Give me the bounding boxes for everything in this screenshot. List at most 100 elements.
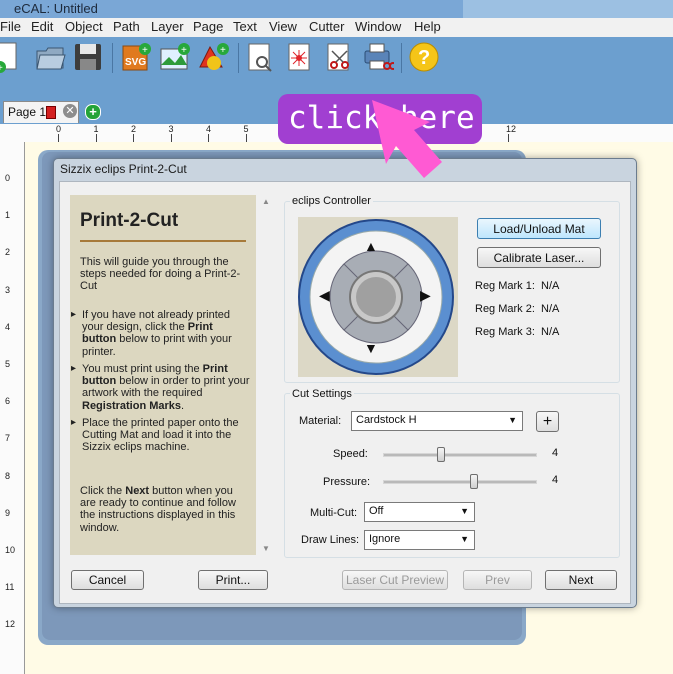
guide-step-2: You must print using the Print button be… xyxy=(82,363,250,412)
pressure-slider-track[interactable] xyxy=(383,480,537,484)
pressure-slider-thumb[interactable] xyxy=(470,474,478,489)
load-unload-mat-button[interactable]: Load/Unload Mat xyxy=(477,218,601,239)
toolbar-separator xyxy=(112,43,113,73)
material-label: Material: xyxy=(299,415,342,427)
ruler-label-h: 12 xyxy=(506,124,517,134)
cancel-button[interactable]: Cancel xyxy=(71,570,144,590)
menu-window[interactable]: Window xyxy=(355,19,401,34)
draw-lines-label: Draw Lines: xyxy=(301,534,360,546)
close-tab-icon[interactable]: ✕ xyxy=(63,104,77,118)
help-glyph: ? xyxy=(418,47,430,69)
ruler-label-v: 6 xyxy=(5,396,11,407)
import-image-icon[interactable]: + xyxy=(159,41,191,73)
save-disk-icon[interactable] xyxy=(72,41,104,73)
material-select[interactable]: Cardstock H ▼ xyxy=(351,411,523,431)
laser-icon[interactable] xyxy=(284,41,316,73)
add-material-button[interactable]: + xyxy=(536,411,559,432)
reg-mark-3-label: Reg Mark 3: xyxy=(475,326,535,338)
menu-text[interactable]: Text xyxy=(233,19,257,34)
print-button[interactable]: Print... xyxy=(198,570,268,590)
menu-edit[interactable]: Edit xyxy=(31,19,53,34)
speed-label: Speed: xyxy=(333,448,368,460)
background-browser-tabs xyxy=(463,0,673,18)
svg-text:+: + xyxy=(220,45,226,56)
menu-path[interactable]: Path xyxy=(113,19,140,34)
bullet-icon: ▸ xyxy=(71,309,77,320)
import-svg-icon[interactable]: SVG + xyxy=(120,41,152,73)
ruler-label-v: 7 xyxy=(5,433,11,444)
controller-center-button[interactable] xyxy=(365,283,391,309)
calibrate-laser-button[interactable]: Calibrate Laser... xyxy=(477,247,601,268)
pointer-arrow-icon xyxy=(372,100,442,178)
ruler-tick xyxy=(95,134,97,142)
ruler-label-v: 8 xyxy=(5,470,11,481)
bullet-icon: ▸ xyxy=(71,417,77,428)
ruler-tick xyxy=(508,134,509,142)
pressure-value: 4 xyxy=(552,474,559,486)
guide-scrollbar[interactable]: ▲ ▼ xyxy=(258,195,274,555)
menu-help[interactable]: Help xyxy=(414,19,441,34)
pressure-label: Pressure: xyxy=(323,476,371,488)
menu-object[interactable]: Object xyxy=(65,19,103,34)
reg-mark-1-value: N/A xyxy=(541,280,560,292)
ruler-label-v: 5 xyxy=(5,359,11,369)
open-folder-icon[interactable] xyxy=(34,41,66,73)
guide-intro: This will guide you through the steps ne… xyxy=(80,256,241,293)
laser-cut-preview-button[interactable]: Laser Cut Preview xyxy=(342,570,448,590)
menu-file[interactable]: File xyxy=(0,19,21,34)
ruler-label-h: 3 xyxy=(168,124,174,134)
reg-mark-1-label: Reg Mark 1: xyxy=(475,280,535,292)
ruler-label-v: 3 xyxy=(5,284,11,295)
draw-lines-select[interactable]: Ignore ▼ xyxy=(364,530,475,550)
speed-slider-thumb[interactable] xyxy=(437,447,445,462)
ruler-label-h: 2 xyxy=(131,124,137,134)
svg-text:+: + xyxy=(0,63,3,73)
add-shape-icon[interactable]: + xyxy=(198,41,230,73)
down-arrow-icon[interactable]: ▼ xyxy=(364,340,378,356)
toolbar-separator xyxy=(238,43,239,73)
menu-view[interactable]: View xyxy=(269,19,297,34)
add-page-icon[interactable]: + xyxy=(85,104,101,120)
menu-layer[interactable]: Layer xyxy=(151,19,184,34)
new-file-icon[interactable]: + xyxy=(0,41,22,73)
ruler-tick xyxy=(245,134,247,142)
multi-cut-label: Multi-Cut: xyxy=(310,507,358,519)
dialog-title: Sizzix eclips Print-2-Cut xyxy=(60,162,187,176)
ruler-label-v: 10 xyxy=(5,545,16,555)
svg-badge: SVG xyxy=(125,57,146,68)
menu-page[interactable]: Page xyxy=(193,19,223,34)
scroll-up-icon[interactable]: ▲ xyxy=(262,197,270,206)
page-color-swatch xyxy=(46,106,56,119)
speed-slider-track[interactable] xyxy=(383,453,537,457)
ruler-label-v: 0 xyxy=(5,173,11,183)
guide-outro: Click the Next button when you are ready… xyxy=(80,485,236,534)
menu-cutter[interactable]: Cutter xyxy=(309,19,344,34)
prev-button[interactable]: Prev xyxy=(463,570,532,590)
chevron-down-icon: ▼ xyxy=(508,415,517,425)
speed-value: 4 xyxy=(552,447,559,459)
title-bar: eCAL: Untitled xyxy=(0,0,673,18)
print-preview-icon[interactable] xyxy=(244,41,276,73)
ruler-label-h: 5 xyxy=(243,124,249,134)
multi-cut-select[interactable]: Off ▼ xyxy=(364,502,475,522)
ruler-label-v: 4 xyxy=(5,321,11,332)
controller-group-label: eclips Controller xyxy=(290,195,373,207)
scroll-down-icon[interactable]: ▼ xyxy=(262,544,270,553)
ruler-label-v: 9 xyxy=(5,507,11,518)
cut-scissors-icon[interactable] xyxy=(323,41,355,73)
reg-mark-2-label: Reg Mark 2: xyxy=(475,303,535,315)
chevron-down-icon: ▼ xyxy=(460,534,469,544)
toolbar-separator xyxy=(401,43,402,73)
up-arrow-icon[interactable]: ▲ xyxy=(364,238,378,254)
next-button[interactable]: Next xyxy=(545,570,617,590)
left-arrow-icon[interactable]: ◀ xyxy=(319,287,330,304)
right-arrow-icon[interactable]: ▶ xyxy=(420,287,431,304)
ruler-label-h: 0 xyxy=(56,124,62,134)
help-icon[interactable]: ? xyxy=(408,41,440,73)
print-to-cut-icon[interactable] xyxy=(362,41,394,73)
guide-step-3: Place the printed paper onto the Cutting… xyxy=(82,417,239,454)
ruler-label-v: 12 xyxy=(5,619,16,630)
ruler-label-v: 2 xyxy=(5,247,11,258)
ruler-tick xyxy=(208,134,209,142)
ruler-label-h: 1 xyxy=(93,124,99,134)
